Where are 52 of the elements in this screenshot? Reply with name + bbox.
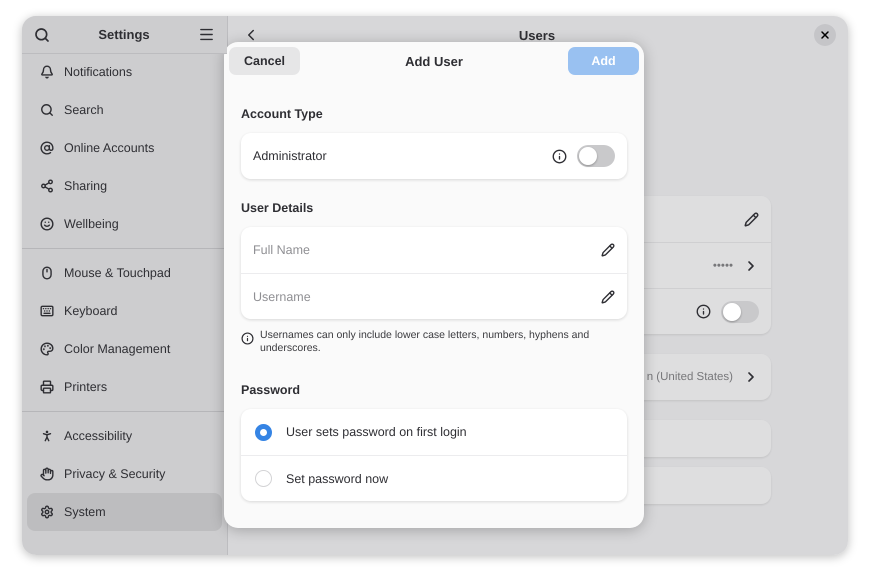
option-label: User sets password on first login [286, 425, 468, 439]
palette-icon [40, 342, 54, 356]
dialog-title: Add User [405, 54, 463, 68]
sidebar-item[interactable]: Keyboard [27, 292, 222, 330]
close-icon [818, 29, 831, 41]
sidebar-item[interactable]: Online Accounts [27, 129, 222, 167]
section-heading: User Details [241, 201, 314, 215]
sidebar-item[interactable]: System [27, 493, 222, 531]
page-title: Users [518, 28, 556, 42]
smile-icon [40, 217, 54, 231]
close-button[interactable] [814, 24, 836, 46]
sidebar-item[interactable]: Printers [27, 368, 222, 406]
sidebar-item[interactable]: Search [27, 91, 222, 129]
search-icon[interactable] [34, 26, 50, 42]
sidebar-title: Settings [98, 27, 150, 42]
mouse-icon [40, 266, 54, 280]
info-icon[interactable] [552, 148, 567, 164]
radio-button[interactable] [255, 424, 272, 440]
edit-icon[interactable] [744, 212, 759, 226]
bell-icon [40, 65, 54, 79]
toggle-switch[interactable] [577, 145, 615, 167]
person-icon [40, 429, 54, 443]
section-heading: Account Type [241, 107, 324, 121]
menu-icon[interactable] [198, 26, 215, 43]
info-icon[interactable] [696, 304, 711, 319]
input-field[interactable]: Full Name [253, 243, 591, 257]
share-icon [40, 179, 54, 193]
row-value: n (United States) [646, 371, 733, 383]
printer-icon [40, 380, 54, 394]
search-icon [40, 103, 54, 117]
at-sign-icon [40, 141, 54, 155]
section-heading: Password [241, 383, 302, 397]
row-label: Administrator [253, 149, 328, 163]
keyboard-icon [40, 304, 54, 318]
sidebar-item[interactable]: Mouse & Touchpad [27, 254, 222, 292]
sidebar-item[interactable]: Notifications [27, 53, 222, 91]
option-label: Set password now [286, 472, 390, 486]
sidebar-item[interactable]: Color Management [27, 330, 222, 368]
gear-icon [40, 505, 54, 519]
username-hint: Usernames can only include lower case letters, numbers, hyphens and underscores. [260, 329, 590, 355]
edit-icon[interactable] [601, 290, 615, 304]
toggle-switch[interactable] [721, 300, 759, 322]
hand-icon [40, 467, 54, 481]
cancel-button[interactable]: Cancel [229, 47, 300, 75]
edit-icon[interactable] [601, 243, 615, 257]
info-icon [241, 332, 254, 345]
sidebar-item[interactable]: Sharing [27, 167, 222, 205]
sidebar-item[interactable]: Privacy & Security [27, 455, 222, 493]
input-field[interactable]: Username [253, 290, 591, 304]
row-value: ••••• [712, 260, 733, 272]
sidebar-item[interactable]: Accessibility [27, 417, 222, 455]
sidebar-item[interactable]: Wellbeing [27, 205, 222, 243]
